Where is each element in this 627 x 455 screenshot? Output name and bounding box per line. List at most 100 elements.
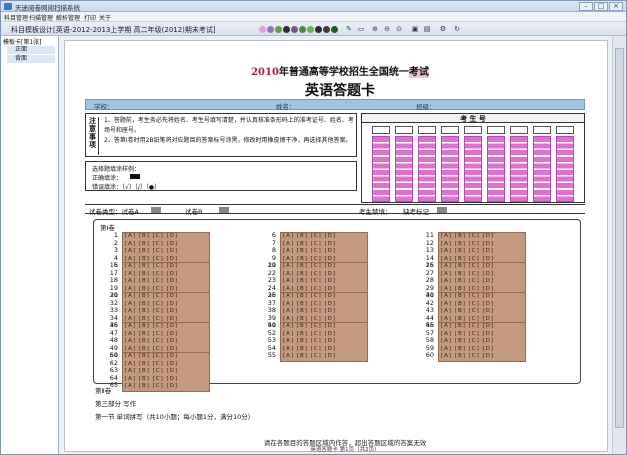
color-dot-2[interactable]	[267, 26, 274, 33]
choice-row[interactable]: [A] [B] [C] [D]	[281, 293, 367, 301]
answer-bubbles[interactable]: [A] [B] [C] [D] [A] [B] [C] [D] [A] [B] [C…	[438, 322, 526, 362]
menu-print[interactable]: 打印	[84, 13, 96, 22]
maximize-button[interactable]: □	[594, 2, 608, 11]
color-dot-1[interactable]	[259, 26, 266, 33]
choice-row[interactable]: [A] [B] [C] [D]	[123, 241, 209, 249]
choice-row[interactable]: [A] [B] [C] [D]	[281, 241, 367, 249]
menu-subject[interactable]: 科目管理	[4, 13, 28, 22]
choice-row[interactable]: [A] [B] [C] [D]	[439, 323, 525, 331]
color-dot-7[interactable]	[307, 26, 314, 33]
color-dot-5[interactable]	[291, 26, 298, 33]
choice-row[interactable]: [A] [B] [C] [D]	[123, 361, 209, 369]
id-bubble-column[interactable]	[464, 136, 482, 202]
choice-row[interactable]: [A] [B] [C] [D]	[281, 263, 367, 271]
choice-row[interactable]: [A] [B] [C] [D]	[439, 293, 525, 301]
choice-row[interactable]: [A] [B] [C] [D]	[281, 308, 367, 316]
choice-row[interactable]: [A] [B] [C] [D]	[281, 271, 367, 279]
choice-row[interactable]: [A] [B] [C] [D]	[123, 271, 209, 279]
tree-root[interactable]: 模板卡[第1张]	[3, 37, 42, 46]
choice-row[interactable]: [A] [B] [C] [D]	[439, 241, 525, 249]
close-button[interactable]: ×	[609, 2, 623, 11]
answer-bubbles[interactable]: [A] [B] [C] [D] [A] [B] [C] [D] [A] [B] [C…	[280, 322, 368, 362]
app-window: 天迷阅卷网阅扫描系统 – □ × 科目管理 扫描管理 解析管理 打印 关于 科目…	[0, 0, 627, 455]
choice-row[interactable]: [A] [B] [C] [D]	[281, 331, 367, 339]
refresh-icon[interactable]: ↻	[453, 25, 461, 33]
vertical-scrollbar[interactable]	[612, 36, 626, 454]
color-dot-3[interactable]	[275, 26, 282, 33]
color-dot-4[interactable]	[283, 26, 290, 33]
type-b-label: 试卷B	[185, 208, 203, 216]
id-bubble-column[interactable]	[533, 136, 551, 202]
minimize-button[interactable]: –	[579, 2, 593, 11]
choice-row[interactable]: [A] [B] [C] [D]	[123, 233, 209, 241]
menu-about[interactable]: 关于	[99, 13, 111, 22]
settings-icon[interactable]: ⚙	[439, 25, 447, 33]
zoom-fit-icon[interactable]: ⊙	[395, 25, 403, 33]
choice-row[interactable]: [A] [B] [C] [D]	[123, 293, 209, 301]
type-label: 试卷类型：试卷A	[89, 208, 139, 216]
color-dot-6[interactable]	[299, 26, 306, 33]
choice-row[interactable]: [A] [B] [C] [D]	[123, 331, 209, 339]
line-icon[interactable]: ▭	[357, 25, 365, 33]
menu-scan[interactable]: 扫描管理	[29, 13, 53, 22]
zoom-out-icon[interactable]: ⊖	[383, 25, 391, 33]
choice-row[interactable]: [A] [B] [C] [D]	[123, 368, 209, 376]
template-tree: 模板卡[第1张] 正面 背面	[1, 36, 59, 454]
id-bubble-column[interactable]	[372, 136, 390, 202]
choice-row[interactable]: [A] [B] [C] [D]	[281, 248, 367, 256]
choice-row[interactable]: [A] [B] [C] [D]	[123, 376, 209, 384]
missing-mark[interactable]	[437, 207, 447, 213]
id-bubble-column[interactable]	[441, 136, 459, 202]
tree-item-front[interactable]: 正面	[7, 46, 55, 54]
title-mid: 年普通高等学校招生全国统一	[278, 67, 409, 78]
zoom-in-icon[interactable]: ⊕	[371, 25, 379, 33]
id-bubble-column[interactable]	[487, 136, 505, 202]
save-icon[interactable]: ▣	[411, 25, 419, 33]
id-bubble-column[interactable]	[556, 136, 574, 202]
answer-sheet[interactable]: 2010年普通高等学校招生全国统一考试 英语答题卡 学校： 姓名： 班级： 注意…	[64, 40, 608, 453]
type-a-mark[interactable]	[151, 207, 161, 213]
choice-row[interactable]: [A] [B] [C] [D]	[281, 278, 367, 286]
id-bubble-column[interactable]	[510, 136, 528, 202]
choice-row[interactable]: [A] [B] [C] [D]	[439, 248, 525, 256]
id-bubble-column[interactable]	[418, 136, 436, 202]
choice-row[interactable]: [A] [B] [C] [D]	[123, 308, 209, 316]
choice-row[interactable]: [A] [B] [C] [D]	[123, 248, 209, 256]
choice-row[interactable]: [A] [B] [C] [D]	[123, 278, 209, 286]
title-end: 考试	[408, 67, 429, 78]
pencil-icon[interactable]: ✎	[345, 25, 353, 33]
choice-row[interactable]: [A] [B] [C] [D]	[281, 323, 367, 331]
choice-row[interactable]: [A] [B] [C] [D]	[439, 331, 525, 339]
choice-row[interactable]: [A] [B] [C] [D]	[281, 346, 367, 354]
toolbar: 科目模板设计[英语-2012-2013上学期 高二年级(2012)期末考试] ✎…	[1, 22, 626, 36]
type-b-mark[interactable]	[219, 207, 229, 213]
choice-row[interactable]: [A] [B] [C] [D]	[281, 301, 367, 309]
choice-row[interactable]: [A] [B] [C] [D]	[439, 271, 525, 279]
choice-row[interactable]: [A] [B] [C] [D]	[123, 338, 209, 346]
choice-row[interactable]: [A] [B] [C] [D]	[123, 263, 209, 271]
choice-row[interactable]: [A] [B] [C] [D]	[281, 233, 367, 241]
id-bubble-column[interactable]	[395, 136, 413, 202]
tree-item-back[interactable]: 背面	[7, 55, 55, 63]
choice-row[interactable]: [A] [B] [C] [D]	[439, 346, 525, 354]
choice-row[interactable]: [A] [B] [C] [D]	[439, 353, 525, 361]
choice-row[interactable]: [A] [B] [C] [D]	[123, 353, 209, 361]
choice-row[interactable]: [A] [B] [C] [D]	[439, 308, 525, 316]
menu-parse[interactable]: 解析管理	[56, 13, 80, 22]
choice-row[interactable]: [A] [B] [C] [D]	[439, 233, 525, 241]
title-year: 2010	[251, 67, 279, 78]
choice-row[interactable]: [A] [B] [C] [D]	[439, 338, 525, 346]
color-dot-8[interactable]	[315, 26, 322, 33]
save-as-icon[interactable]: ▤	[423, 25, 431, 33]
sheet-viewer: 2010年普通高等学校招生全国统一考试 英语答题卡 学校： 姓名： 班级： 注意…	[60, 36, 626, 454]
choice-row[interactable]: [A] [B] [C] [D]	[281, 353, 367, 361]
choice-row[interactable]: [A] [B] [C] [D]	[439, 278, 525, 286]
choice-row[interactable]: [A] [B] [C] [D]	[439, 263, 525, 271]
choice-row[interactable]: [A] [B] [C] [D]	[123, 323, 209, 331]
choice-row[interactable]: [A] [B] [C] [D]	[439, 301, 525, 309]
color-dot-10[interactable]	[331, 26, 338, 33]
scroll-thumb[interactable]	[615, 48, 624, 428]
color-dot-9[interactable]	[323, 26, 330, 33]
choice-row[interactable]: [A] [B] [C] [D]	[123, 301, 209, 309]
choice-row[interactable]: [A] [B] [C] [D]	[281, 338, 367, 346]
